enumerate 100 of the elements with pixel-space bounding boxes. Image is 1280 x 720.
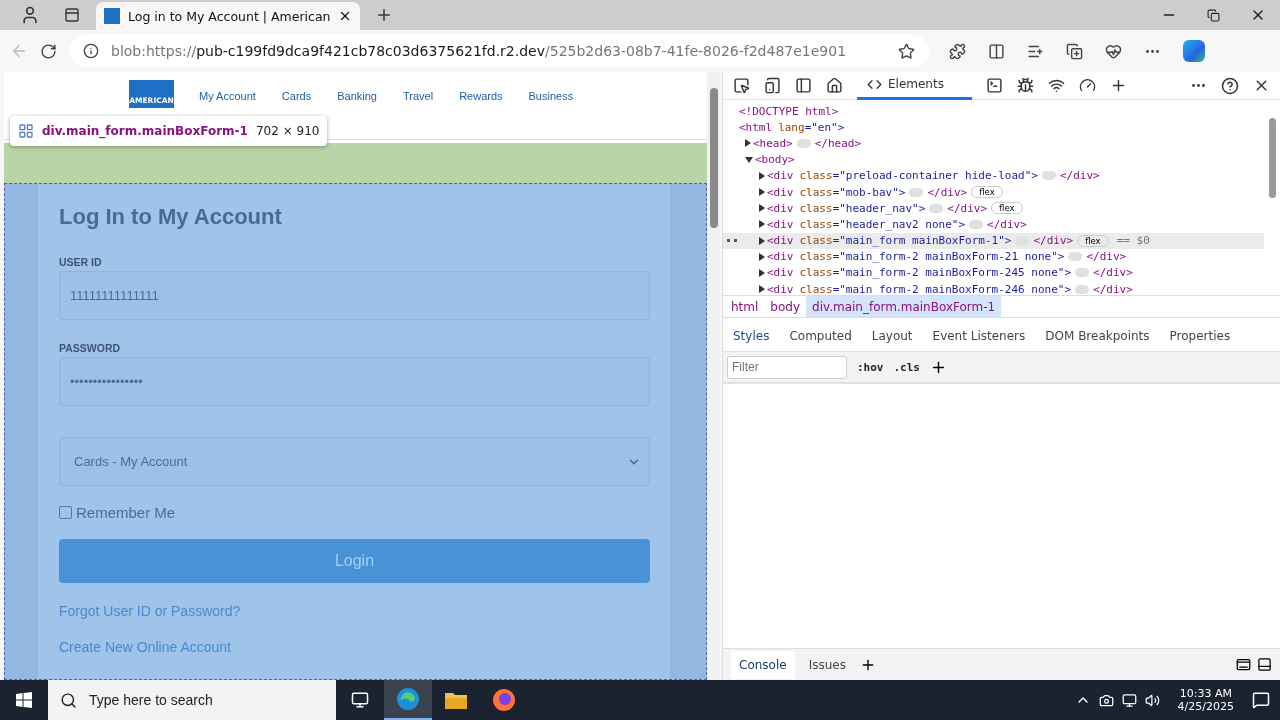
tag-text: <div [767,217,794,231]
dom-node[interactable]: <div class="main_form mainBoxForm-1"> </div> flex == $0 [723,232,1264,249]
address-bar[interactable]: blob:https://pub-c199fd9dca9f421cb78c03d6375621fd.r2.dev/525b2d63-08b7-41fe-8026-f2d487e1e901 [69,35,929,67]
folder-icon[interactable] [444,690,468,710]
nav-link[interactable]: Rewards [446,90,516,102]
drawer-tab[interactable]: Issues [800,650,854,679]
favorite-icon[interactable] [898,42,915,60]
gauge-icon[interactable] [1078,77,1096,94]
browser-tab[interactable]: Log in to My Account | American [96,2,361,30]
help-icon[interactable] [1221,76,1239,95]
clock-date[interactable]: 4/25/2025 [1177,700,1234,713]
form-title: Log In to My Account [59,204,283,230]
cls-toggle[interactable]: .cls [893,360,920,374]
tag-text: <html [739,120,773,134]
attribute-name: class [799,266,833,280]
attribute-value: ="main_form-2 mainBoxForm-245 none"> [832,266,1072,280]
more-icon[interactable] [727,238,737,243]
pane-tab[interactable]: Computed [779,320,862,351]
wifi-icon[interactable] [1047,77,1065,94]
dom-node[interactable]: <html lang="en"> [723,119,1264,136]
notifications-icon[interactable] [1252,691,1270,709]
hov-toggle[interactable]: :hov [857,360,884,374]
scrollbar[interactable] [707,72,720,680]
inspect-icon[interactable] [733,77,750,94]
pane-tab[interactable]: Event Listeners [922,320,1036,351]
tag-text: <div [767,234,794,248]
expand-arrow-icon[interactable] [745,156,753,163]
bug-icon[interactable] [1016,77,1034,94]
nav-link[interactable]: Cards [268,90,325,102]
console-icon[interactable] [985,77,1003,94]
taskbar-search-field[interactable]: Type here to search [87,680,324,720]
dom-node[interactable]: <div class="main_form-2 mainBoxForm-21 none"> </div> [723,248,1264,265]
dom-node[interactable]: <head> </head> [723,135,1264,152]
heart-pulse-icon[interactable] [1105,42,1122,60]
attribute-value: ="main_form mainBoxForm-1"> [832,234,1012,248]
nav-link[interactable]: Business [515,90,587,102]
dom-node[interactable]: <body> [723,151,1264,168]
attribute-name: class [799,201,833,215]
tag-text: </div> [1059,169,1100,183]
tag-text: <body> [755,153,795,167]
clock-time[interactable]: 10:33 AM [1179,687,1232,700]
expand-arrow-icon[interactable] [759,236,765,245]
dom-node[interactable]: <div class="preload-container hide-load"> </div> [723,167,1264,184]
expand-arrow-icon[interactable] [759,171,765,180]
windows-icon[interactable] [16,692,32,708]
attribute-value: ="preload-container hide-load"> [832,169,1038,183]
dom-node[interactable]: <div class="main_form-2 mainBoxForm-245 none"> </div> [723,264,1264,282]
split-screen-icon[interactable] [988,42,1005,60]
dom-node[interactable]: <!DOCTYPE html> [723,103,1264,120]
attribute-value: ="header_nav"> [832,201,926,215]
volume-icon[interactable] [1144,692,1160,708]
expand-arrow-icon[interactable] [745,139,751,148]
nav-link[interactable]: Travel [389,90,447,102]
dock-bottom-icon[interactable] [1257,657,1272,672]
attribute-name: class [799,169,833,183]
field-label: PASSWORD [59,342,122,354]
undock-icon[interactable] [1236,657,1251,672]
collections-icon[interactable] [1066,42,1083,60]
dom-node[interactable]: <div class="header_nav"> </div> flex [723,200,1264,217]
tab-actions-icon[interactable] [64,7,80,23]
expand-arrow-icon[interactable] [759,252,765,261]
copilot-icon[interactable] [1183,40,1205,62]
expand-arrow-icon[interactable] [759,204,765,213]
expand-arrow-icon[interactable] [759,285,765,294]
nav-link[interactable]: My Account [186,90,269,102]
home-icon[interactable] [826,77,843,94]
dom-node[interactable]: <div class="mob-bav"> </div> flex [723,183,1264,201]
restore-icon[interactable] [1207,8,1220,22]
tag-text: </div> [987,217,1027,231]
attribute-name: class [799,282,833,295]
info-icon[interactable] [83,43,99,59]
tag-text: <div [767,169,794,183]
breadcrumb[interactable]: body [764,296,807,317]
attribute-name: lang [778,120,805,134]
breadcrumb[interactable]: html [725,296,765,317]
nav-link[interactable]: Banking [324,90,390,102]
extensions-icon[interactable] [949,42,966,60]
attribute-name: class [799,234,833,248]
search-icon[interactable] [60,691,77,709]
taskbar-search[interactable]: Type here to search [48,680,336,720]
expand-arrow-icon[interactable] [759,188,765,197]
expand-arrow-icon[interactable] [759,268,765,277]
dock-icon[interactable] [795,77,812,94]
browser-app-icon[interactable] [396,687,420,711]
filter-field[interactable]: Filter [727,355,847,379]
camera-icon[interactable] [1098,692,1114,708]
reload-icon[interactable] [40,42,57,60]
fox-browser-icon[interactable] [492,688,516,712]
attribute-name: class [799,250,833,264]
remember-checkbox[interactable] [59,506,72,519]
attribute-value: ="main_form-2 mainBoxForm-21 none"> [832,250,1065,264]
breadcrumb[interactable]: div.main_form.mainBoxForm-1 [806,296,1002,317]
pane-tab[interactable]: DOM Breakpoints [1035,320,1160,351]
pane-tab[interactable]: Layout [861,320,923,351]
drawer-tab[interactable]: Console [731,650,795,679]
favicon-icon [104,8,120,24]
pane-tab[interactable]: Properties [1159,320,1241,351]
tag-text: <div [767,282,794,295]
device-icon[interactable] [764,77,781,94]
profile-icon[interactable] [20,5,40,25]
